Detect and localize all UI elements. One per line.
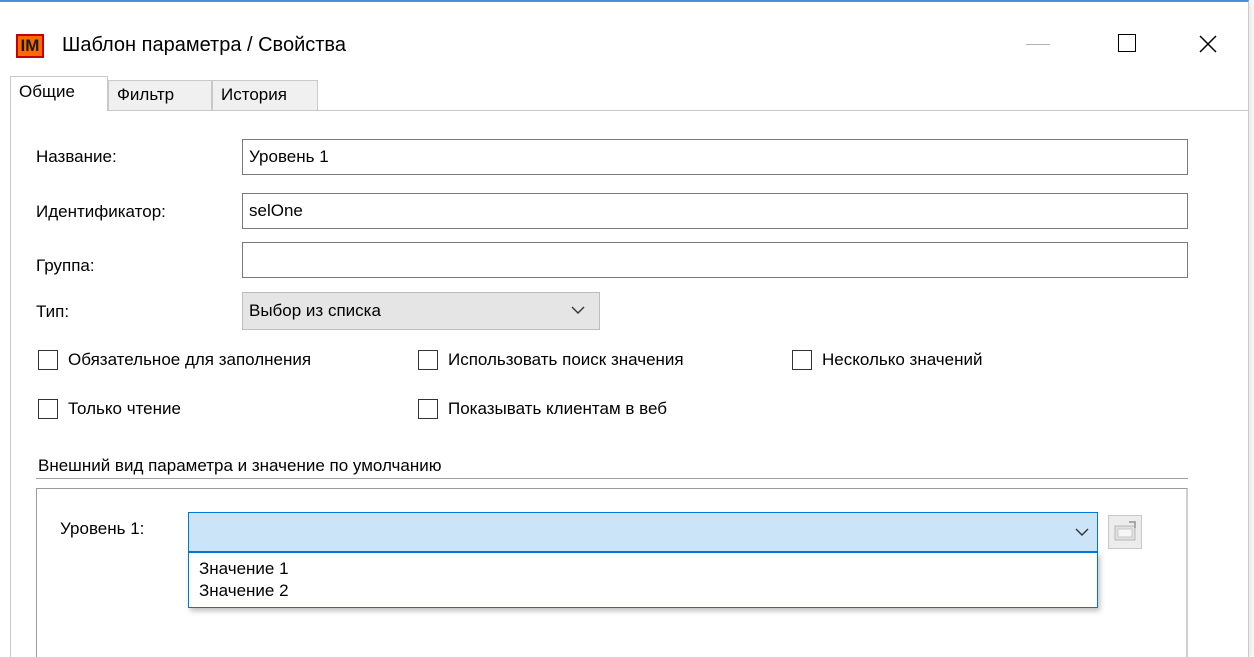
group-field[interactable]: [242, 242, 1188, 278]
id-label: Идентификатор:: [36, 202, 166, 221]
checkbox-box[interactable]: [418, 350, 438, 370]
id-field[interactable]: selOne: [242, 193, 1188, 229]
app-logo-icon: IM: [16, 34, 44, 58]
checkbox-box[interactable]: [792, 350, 812, 370]
dropdown-option[interactable]: Значение 2: [199, 581, 289, 601]
group-divider: [36, 478, 1188, 480]
default-value-select[interactable]: [188, 512, 1098, 552]
tab-history[interactable]: История: [212, 80, 318, 110]
preview-group-title: Внешний вид параметра и значение по умол…: [38, 456, 442, 475]
chevron-down-icon: [571, 306, 585, 314]
name-label: Название:: [36, 147, 117, 166]
default-value-dropdown: Значение 1 Значение 2: [188, 552, 1098, 608]
tab-general[interactable]: Общие: [10, 76, 108, 111]
minimize-button[interactable]: [1008, 24, 1068, 64]
chevron-down-icon: [1075, 528, 1089, 536]
edit-values-icon[interactable]: [1108, 515, 1142, 549]
show-web-clients-checkbox-label: Показывать клиентам в веб: [448, 399, 667, 418]
preview-field-label: Уровень 1:: [60, 519, 145, 538]
type-select[interactable]: Выбор из списка: [242, 292, 600, 330]
edit-values-glyph: [1114, 521, 1136, 541]
readonly-checkbox-label: Только чтение: [68, 399, 181, 418]
checkbox-box[interactable]: [38, 350, 58, 370]
maximize-button[interactable]: [1096, 24, 1156, 64]
close-icon: [1199, 35, 1217, 53]
type-select-value: Выбор из списка: [249, 301, 381, 320]
group-label: Группа:: [36, 256, 95, 275]
required-checkbox-label: Обязательное для заполнения: [68, 350, 312, 369]
window-title: Шаблон параметра / Свойства: [62, 34, 346, 56]
search-values-checkbox-label: Использовать поиск значения: [448, 350, 684, 369]
title-bar[interactable]: IM Шаблон параметра / Свойства: [0, 2, 1248, 74]
tab-filter[interactable]: Фильтр: [108, 80, 212, 110]
close-button[interactable]: [1178, 24, 1238, 64]
dropdown-option[interactable]: Значение 1: [199, 559, 289, 579]
properties-window: IM Шаблон параметра / Свойства Общие Фил…: [0, 0, 1249, 657]
checkbox-box[interactable]: [38, 399, 58, 419]
checkbox-box[interactable]: [418, 399, 438, 419]
multiple-values-checkbox-label: Несколько значений: [822, 350, 983, 369]
type-label: Тип:: [36, 302, 70, 321]
name-field[interactable]: Уровень 1: [242, 139, 1188, 175]
